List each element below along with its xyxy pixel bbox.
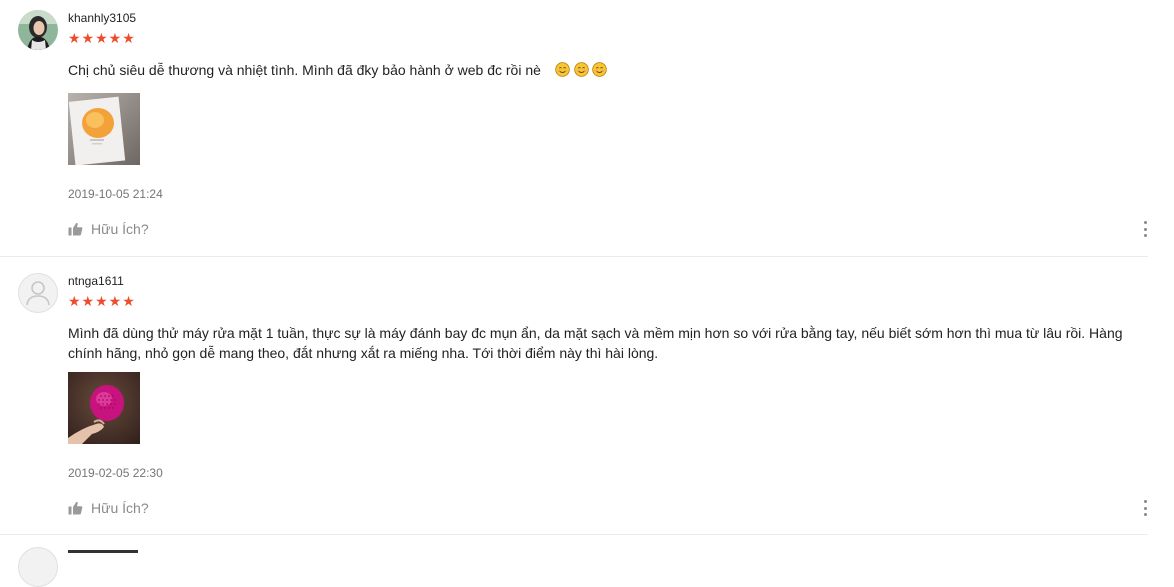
smiling-face-emoji-icon [592,62,608,77]
review-comment: Mình đã dùng thử máy rửa mặt 1 tuần, thự… [68,325,1123,361]
more-options-icon[interactable] [1138,221,1152,237]
reviewer-username[interactable]: ntnga1611 [68,274,124,288]
avatar[interactable] [18,273,58,313]
helpful-label: Hữu Ích? [91,221,149,237]
helpful-button[interactable]: Hữu Ích? [68,500,149,516]
review-item: khanhly3105 ★★★★★ Chị chủ siêu dễ thương… [0,0,1148,257]
helpful-button[interactable]: Hữu Ích? [68,221,149,237]
avatar[interactable] [18,547,58,587]
face-cleanser-device-photo [68,372,140,444]
review-timestamp: 2019-10-05 21:24 [68,187,163,201]
review-photo-thumbnail[interactable] [68,372,140,444]
more-options-icon[interactable] [1138,500,1152,516]
smiling-face-emoji-icon [554,62,570,77]
default-user-avatar-icon [26,281,50,306]
product-box-photo [68,93,140,165]
helpful-label: Hữu Ích? [91,500,149,516]
user-photo-avatar [18,10,58,50]
review-photo-thumbnail[interactable] [68,93,140,165]
review-comment: Chị chủ siêu dễ thương và nhiệt tình. Mì… [68,60,1138,80]
thumbs-up-icon [68,501,83,515]
reviewer-username[interactable]: khanhly3105 [68,11,136,25]
star-rating: ★★★★★ [68,30,136,46]
reviewer-username-cropped [68,548,138,556]
review-timestamp: 2019-02-05 22:30 [68,466,163,480]
thumbs-up-icon [68,222,83,236]
review-item: ntnga1611 ★★★★★ Mình đã dùng thử máy rửa… [0,257,1148,535]
review-comment-text: Chị chủ siêu dễ thương và nhiệt tình. Mì… [68,62,541,78]
avatar[interactable] [18,10,58,50]
smiling-face-emoji-icon [573,62,589,77]
star-rating: ★★★★★ [68,293,136,309]
